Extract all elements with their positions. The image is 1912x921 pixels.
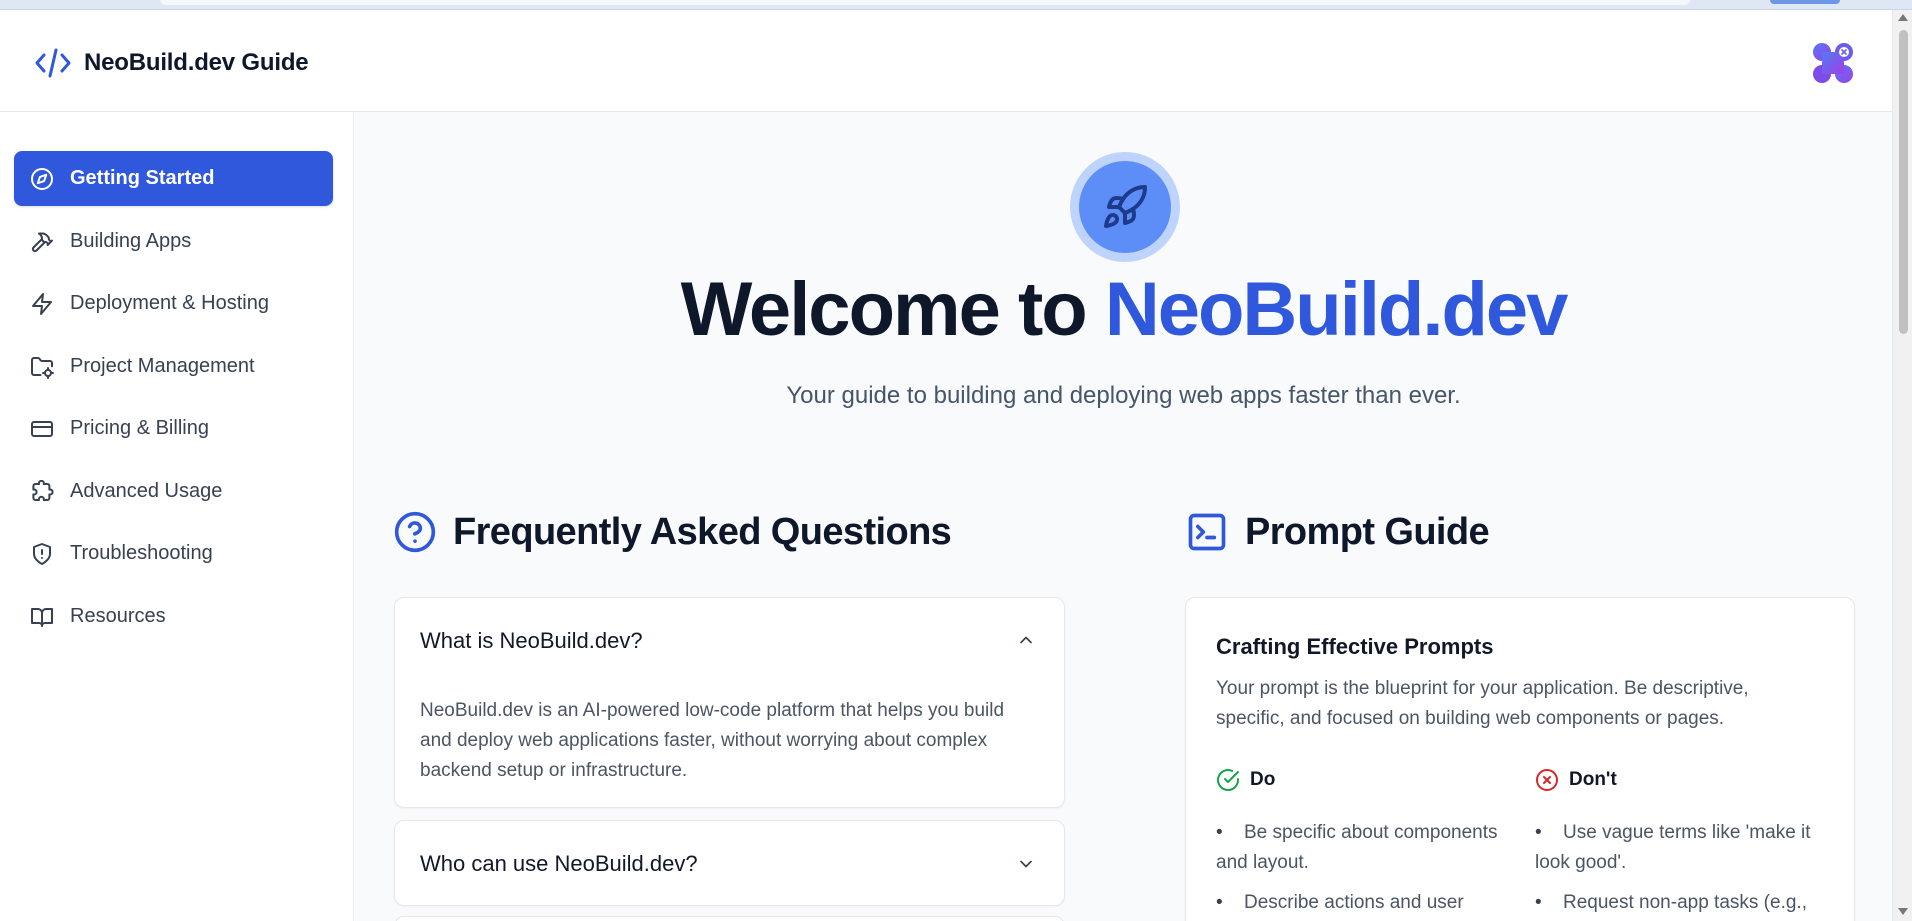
prompt-card-title: Crafting Effective Prompts [1216, 634, 1494, 659]
sidebar-item-label: Project Management [70, 355, 255, 377]
sidebar-item-label: Troubleshooting [70, 542, 213, 564]
do-list: Be specific about components and layout.… [1216, 818, 1506, 921]
hero-badge [1070, 152, 1180, 262]
browser-top-strip [0, 0, 1912, 10]
sidebar-item-label: Pricing & Billing [70, 417, 209, 439]
scroll-down-arrow-icon[interactable] [1898, 908, 1908, 915]
sidebar-item-pricing-billing[interactable]: Pricing & Billing [14, 401, 333, 456]
do-label: Do [1250, 769, 1276, 790]
hammer-icon [31, 231, 53, 252]
sidebar-item-advanced-usage[interactable]: Advanced Usage [14, 464, 333, 519]
faq-item-expanded: What is NeoBuild.dev? NeoBuild.dev is an… [394, 597, 1065, 808]
app-grid-logo-icon[interactable] [1810, 40, 1856, 86]
faq-question[interactable]: Who can use NeoBuild.dev? [420, 851, 698, 877]
browser-address-bar [160, 0, 1690, 5]
shield-icon [33, 542, 51, 565]
sidebar-item-label: Deployment & Hosting [70, 292, 269, 314]
terminal-icon [1188, 513, 1226, 551]
faq-item-collapsed[interactable]: Who can use NeoBuild.dev? [394, 820, 1065, 906]
sidebar-item-label: Building Apps [70, 230, 192, 252]
sidebar-item-deployment-hosting[interactable]: Deployment & Hosting [14, 276, 333, 331]
sidebar-item-label: Advanced Usage [70, 480, 223, 502]
sidebar-item-troubleshooting[interactable]: Troubleshooting [14, 526, 333, 581]
scrollbar-thumb[interactable] [1899, 30, 1908, 334]
sidebar-item-resources[interactable]: Resources [14, 589, 333, 644]
puzzle-icon [32, 479, 54, 501]
sidebar-item-project-management[interactable]: Project Management [14, 339, 333, 394]
main-content: Welcome to NeoBuild.dev Your guide to bu… [355, 112, 1892, 921]
browser-button [1770, 0, 1840, 4]
sidebar-item-getting-started[interactable]: Getting Started [14, 151, 333, 206]
compass-icon [31, 167, 53, 190]
sidebar: Getting Started Building Apps Deployment… [0, 112, 354, 921]
prompt-card-description: Your prompt is the blueprint for your ap… [1216, 678, 1749, 729]
site-title: NeoBuild.dev Guide [84, 49, 309, 76]
dont-label: Don't [1569, 769, 1617, 790]
faq-item-next[interactable] [394, 916, 1065, 921]
dont-list: Use vague terms like 'make it look good'… [1535, 818, 1825, 921]
prompt-guide-section-title: Prompt Guide [1185, 510, 1490, 554]
faq-question[interactable]: What is NeoBuild.dev? [420, 628, 643, 654]
credit-card-icon [31, 420, 53, 437]
hero-title: Welcome to NeoBuild.dev [355, 264, 1892, 355]
faq-answer: NeoBuild.dev is an AI-powered low-code p… [420, 700, 1005, 781]
faq-title-text: Frequently Asked Questions [453, 510, 952, 553]
rocket-icon [1104, 184, 1147, 228]
dont-heading: Don't [1535, 768, 1617, 792]
do-item: Describe actions and user flows. [1216, 888, 1506, 921]
site-logo[interactable]: NeoBuild.dev Guide [34, 46, 309, 80]
dont-item: Use vague terms like 'make it look good'… [1535, 818, 1825, 878]
prompt-guide-title-text: Prompt Guide [1245, 510, 1490, 553]
do-heading: Do [1216, 768, 1275, 792]
lightning-icon [32, 292, 52, 315]
sidebar-item-label: Getting Started [70, 167, 215, 189]
check-circle-icon [1217, 769, 1239, 792]
sidebar-item-building-apps[interactable]: Building Apps [14, 214, 333, 269]
dont-item: Request non-app tasks (e.g., writing tex… [1535, 888, 1825, 921]
faq-section-title: Frequently Asked Questions [393, 510, 952, 554]
chevron-up-icon[interactable] [1016, 630, 1036, 650]
site-header: NeoBuild.dev Guide [0, 10, 1892, 112]
hero-title-prefix: Welcome to [680, 267, 1105, 352]
hero-title-brand: NeoBuild.dev [1104, 267, 1569, 352]
code-brackets-icon [35, 48, 71, 78]
book-icon [31, 607, 53, 627]
scroll-up-arrow-icon[interactable] [1898, 14, 1908, 21]
folder-cog-icon [31, 356, 54, 379]
hero-subtitle: Your guide to building and deploying web… [786, 382, 1461, 409]
question-circle-icon [394, 511, 436, 553]
prompt-guide-card: Crafting Effective Prompts Your prompt i… [1185, 597, 1855, 921]
sidebar-item-label: Resources [70, 605, 166, 627]
do-item: Be specific about components and layout. [1216, 818, 1506, 878]
x-circle-icon [1536, 769, 1558, 791]
chevron-down-icon[interactable] [1016, 854, 1036, 874]
page-scrollbar[interactable] [1892, 10, 1912, 921]
